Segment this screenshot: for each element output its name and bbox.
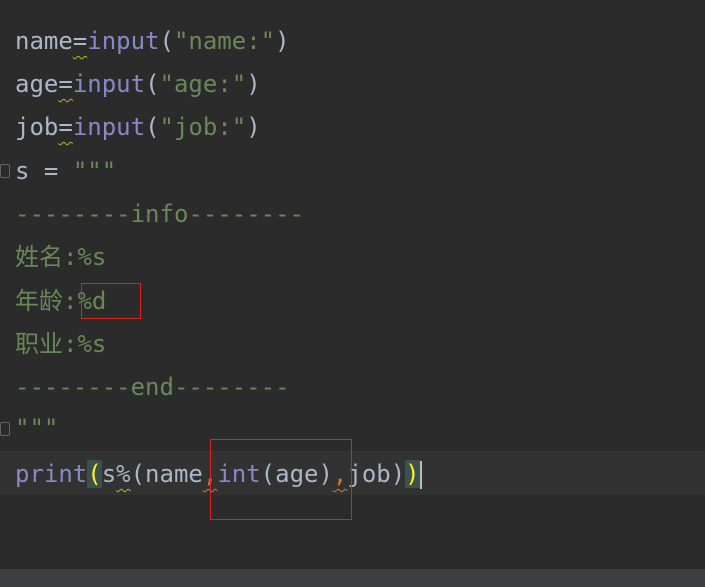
fold-end-icon[interactable] xyxy=(0,422,10,436)
code-line-3[interactable]: job=input("job:") xyxy=(15,109,261,145)
var-job: job xyxy=(15,113,59,141)
code-line-6[interactable]: 姓名:%s xyxy=(15,239,106,275)
var-s: s xyxy=(15,157,30,185)
template-age-label: 年龄: xyxy=(15,287,78,315)
code-line-8[interactable]: 职业:%s xyxy=(15,326,106,362)
triple-quote-close: """ xyxy=(15,414,59,442)
template-header: --------info-------- xyxy=(15,200,304,228)
triple-quote-open: """ xyxy=(72,157,117,185)
input-fn: input xyxy=(72,70,146,98)
assign-op: = xyxy=(72,27,88,55)
open-paren: ( xyxy=(159,27,174,55)
template-job: 职业:%s xyxy=(15,330,107,358)
format-op: % xyxy=(116,460,131,488)
close-paren: ) xyxy=(246,113,261,141)
code-line-2[interactable]: age=input("age:") xyxy=(15,66,261,102)
template-footer: --------end-------- xyxy=(15,373,290,401)
var-name: name xyxy=(15,27,73,55)
close-paren: ) xyxy=(246,70,261,98)
code-line-1[interactable]: name=input("name:") xyxy=(15,23,290,59)
bottom-scrollbar[interactable] xyxy=(0,569,705,587)
highlight-box-fmt xyxy=(81,283,141,319)
code-line-9[interactable]: --------end-------- xyxy=(15,369,290,405)
input-fn: input xyxy=(72,113,146,141)
tuple-job-close: job) xyxy=(347,460,406,488)
highlight-box-int-age xyxy=(210,439,352,520)
code-line-10[interactable]: """ xyxy=(15,410,58,446)
code-line-4[interactable]: s = """ xyxy=(15,153,116,189)
var-s-ref: s xyxy=(101,460,117,488)
close-paren: ) xyxy=(275,27,290,55)
var-age: age xyxy=(15,70,59,98)
matched-open-paren: ( xyxy=(87,460,102,488)
code-line-5[interactable]: --------info-------- xyxy=(15,196,304,232)
print-fn: print xyxy=(15,460,88,488)
assign-op: = xyxy=(58,70,73,98)
matched-close-paren: ) xyxy=(405,460,420,488)
template-name: 姓名:%s xyxy=(15,243,107,271)
tuple-open-name: (name xyxy=(130,460,203,488)
assign-op: = xyxy=(58,113,73,141)
string-literal: "name:" xyxy=(173,27,276,55)
text-cursor xyxy=(419,461,422,489)
input-fn: input xyxy=(87,27,160,55)
code-editor[interactable]: name=input("name:") age=input("age:") jo… xyxy=(0,0,705,587)
open-paren: ( xyxy=(145,70,160,98)
fold-start-icon[interactable] xyxy=(0,164,10,178)
string-literal: "job:" xyxy=(159,113,247,141)
open-paren: ( xyxy=(145,113,160,141)
assign-op: = xyxy=(29,157,73,185)
string-literal: "age:" xyxy=(159,70,247,98)
